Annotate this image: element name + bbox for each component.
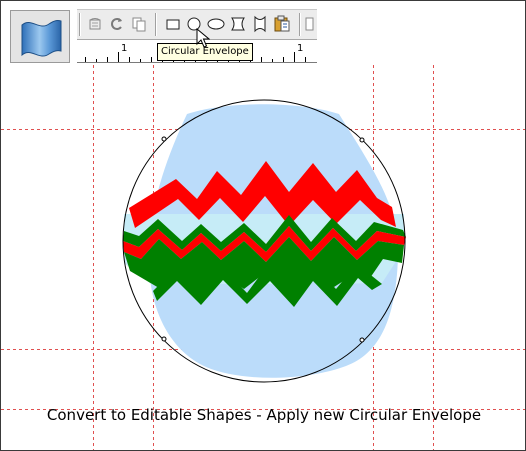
wave-envelope-icon [21, 19, 62, 57]
tutorial-screenshot-frame: 1 1 Circular Envelope Convert to Editabl… [0, 0, 526, 451]
drawing-canvas[interactable] [1, 65, 525, 450]
copy-envelope-icon [111, 18, 122, 30]
hourglass-icon [231, 17, 245, 31]
ruler-label: 1 [121, 43, 128, 54]
ruler-label: 1 [297, 43, 304, 54]
toolbar-edge-icon [305, 17, 314, 31]
hourglass-envelope-button[interactable] [228, 14, 248, 34]
copy-envelope-button[interactable] [107, 14, 127, 34]
envelope-tool-header: 1 1 Circular Envelope [1, 1, 525, 65]
bowtie-icon [254, 15, 266, 33]
bowtie-envelope-button[interactable] [250, 14, 270, 34]
rectangle-icon [166, 19, 180, 30]
remove-envelope-button[interactable] [85, 14, 105, 34]
toolbar-overflow-button[interactable] [305, 14, 315, 34]
paste-envelope-icon [132, 17, 146, 32]
mouse-pointer-icon [196, 28, 210, 48]
envelope-tool-button[interactable] [10, 10, 70, 63]
tutorial-caption: Convert to Editable Shapes - Apply new C… [46, 406, 482, 424]
control-handle[interactable] [359, 137, 365, 143]
control-handle[interactable] [161, 336, 167, 342]
toolbar-grip [79, 13, 81, 36]
toolbar-separator [155, 13, 157, 36]
toolbar-separator [299, 13, 301, 36]
paste-envelope-button[interactable] [129, 14, 149, 34]
control-handle[interactable] [161, 136, 167, 142]
remove-envelope-icon [89, 18, 101, 30]
rectangular-envelope-button[interactable] [163, 14, 183, 34]
clipboard-envelope-button[interactable] [272, 14, 292, 34]
control-handle[interactable] [359, 337, 365, 343]
clipboard-icon [274, 15, 290, 32]
